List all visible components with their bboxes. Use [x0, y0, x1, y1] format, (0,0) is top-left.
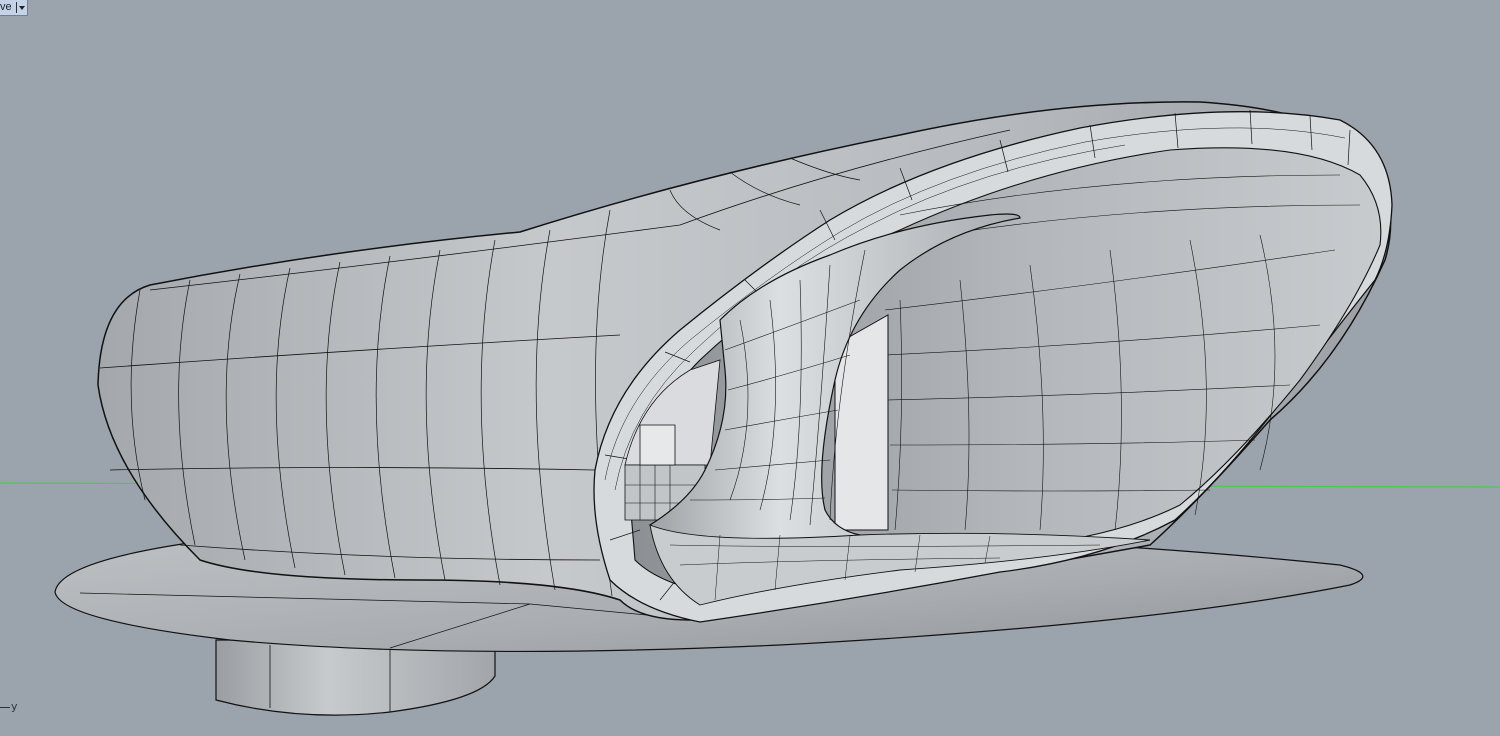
axis-y-label: y — [11, 700, 18, 713]
perspective-viewport[interactable]: ve y — [0, 0, 1500, 736]
3d-model-scene[interactable] — [0, 0, 1500, 736]
axis-indicator: y — [0, 700, 18, 713]
axis-line — [0, 706, 10, 708]
